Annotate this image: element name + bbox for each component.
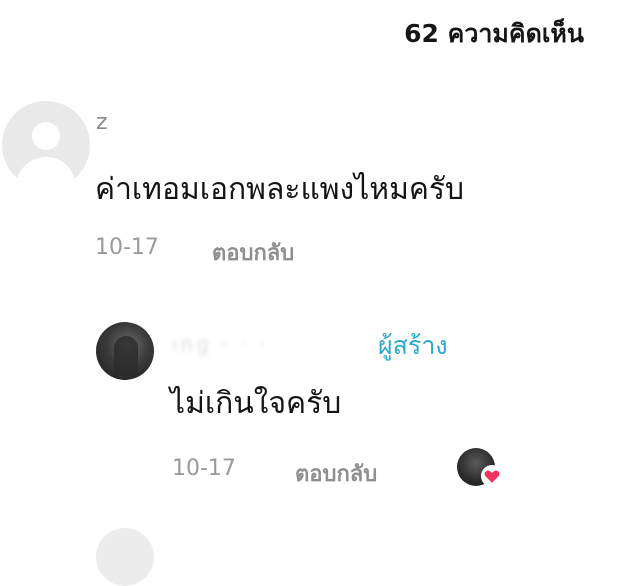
comment-date: 10-17 [95, 235, 159, 260]
creator-avatar[interactable] [96, 322, 154, 380]
avatar-figure-shape [114, 336, 138, 376]
avatar-shoulders-shape [16, 157, 76, 189]
creator-badge: ผู้สร้าง [378, 331, 448, 360]
avatar-head-shape [32, 122, 60, 150]
next-comment-avatar[interactable] [96, 528, 154, 586]
heart-icon [481, 465, 503, 487]
comment-username[interactable]: z [96, 110, 108, 135]
comment-text: ค่าเทอมเอกพละแพงไหมครับ [95, 172, 465, 207]
reply-date: 10-17 [172, 456, 236, 481]
reply-button[interactable]: ตอบกลับ [212, 235, 294, 270]
comment-count-header: 62 ความคิดเห็น [404, 19, 584, 48]
liked-by-creator-indicator [457, 448, 503, 492]
default-user-avatar-icon[interactable] [2, 101, 90, 189]
reply-text: ไม่เกินใจครับ [170, 386, 342, 421]
reply-to-reply-button[interactable]: ตอบกลับ [295, 456, 377, 491]
reply-username-blurred[interactable]: ınɡ · · · [172, 332, 268, 356]
